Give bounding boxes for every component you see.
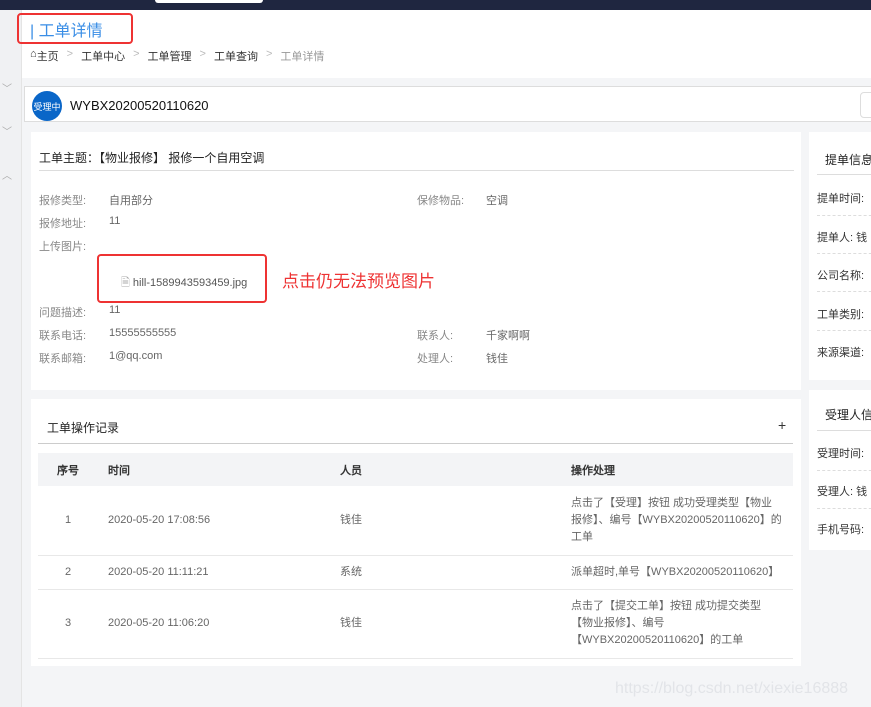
breadcrumb-item[interactable]: 工单管理 xyxy=(148,48,192,64)
cell-action: 点击了【提交工单】按钮 成功提交类型【物业报修】、编号【WYBX20200520… xyxy=(561,589,793,659)
table-row: 2 2020-05-20 11:11:21 系统 派单超时,单号【WYBX202… xyxy=(38,555,793,590)
breadcrumb-current: 工单详情 xyxy=(280,51,325,63)
table-row: 3 2020-05-20 11:06:20 钱佳 点击了【提交工单】按钮 成功提… xyxy=(38,589,793,659)
field-label: 问题描述: xyxy=(39,307,87,319)
divider xyxy=(817,470,871,471)
info-label: 受理时间: xyxy=(817,448,865,460)
field-label: 报修类型: xyxy=(39,195,87,207)
field-value: 千家啊啊 xyxy=(486,330,530,342)
breadcrumb-item[interactable]: 工单中心 xyxy=(81,48,125,64)
field-value: 自用部分 xyxy=(109,195,153,207)
file-name: hill-1589943593459.jpg xyxy=(132,277,248,289)
field-label: 联系邮箱: xyxy=(39,353,87,365)
records-table: 序号 时间 人员 操作处理 1 2020-05-20 17:08:56 钱佳 点… xyxy=(38,453,793,659)
top-tab[interactable] xyxy=(155,0,263,3)
submit-info-card: 提单信息 提单时间: 提单人: 钱 公司名称: 工单类别: 来源渠道: xyxy=(809,132,871,380)
cell-person: 系统 xyxy=(330,555,561,590)
field-value: 空调 xyxy=(486,195,508,207)
info-label: 工单类别: xyxy=(817,309,865,321)
page-header xyxy=(22,10,871,78)
field-value: 1@qq.com xyxy=(109,350,163,362)
field-label: 联系电话: xyxy=(39,330,87,342)
field-value: 钱佳 xyxy=(486,353,508,365)
column-header: 人员 xyxy=(330,453,561,486)
cell-person: 钱佳 xyxy=(330,589,561,659)
column-header: 操作处理 xyxy=(561,453,793,486)
cell-time: 2020-05-20 17:08:56 xyxy=(98,486,330,556)
records-title: 工单操作记录 xyxy=(47,421,120,435)
info-label: 公司名称: xyxy=(817,270,865,282)
column-header: 序号 xyxy=(38,453,98,486)
field-value: 15555555555 xyxy=(109,327,177,339)
cell-index: 1 xyxy=(38,486,98,556)
handler-info-card: 受理人信 受理时间: 受理人: 钱 手机号码: xyxy=(809,390,871,550)
field-label: 报修地址: xyxy=(39,218,87,230)
breadcrumb: ⌂ 主页 > 工单中心 > 工单管理 > 工单查询 > 工单详情 xyxy=(30,48,325,64)
chevron-up-icon[interactable]: ︿ xyxy=(2,167,12,182)
divider xyxy=(39,170,794,171)
divider xyxy=(817,215,871,216)
info-label: 来源渠道: xyxy=(817,347,865,359)
records-card: 工单操作记录 + 序号 时间 人员 操作处理 1 2020-05-20 17:0… xyxy=(31,399,801,666)
sidebar: ﹀ ﹀ ︿ xyxy=(0,10,22,707)
info-label: 受理人: 钱 xyxy=(817,486,868,498)
field-label: 保修物品: xyxy=(417,195,465,207)
divider xyxy=(817,291,871,292)
breadcrumb-item[interactable]: 工单查询 xyxy=(214,48,258,64)
field-value: 11 xyxy=(109,304,121,316)
action-button[interactable] xyxy=(860,92,871,118)
breadcrumb-home[interactable]: 主页 xyxy=(37,48,59,64)
status-badge: 受理中 xyxy=(32,91,62,121)
annotation-text: 点击仍无法预览图片 xyxy=(282,272,435,291)
file-link[interactable]: 🗎 hill-1589943593459.jpg xyxy=(121,274,247,293)
field-label: 上传图片: xyxy=(39,241,87,253)
chevron-down-icon[interactable]: ﹀ xyxy=(2,123,12,138)
cell-time: 2020-05-20 11:06:20 xyxy=(98,589,330,659)
order-subject: 工单主题：【物业报修】 报修一个自用空调 xyxy=(39,151,265,165)
cell-time: 2020-05-20 11:11:21 xyxy=(98,555,330,590)
field-label: 联系人: xyxy=(417,330,454,342)
top-bar xyxy=(0,0,871,10)
home-icon: ⌂ xyxy=(30,48,37,60)
info-label: 提单人: 钱 xyxy=(817,232,868,244)
divider xyxy=(817,174,871,175)
cell-action: 派单超时,单号【WYBX20200520110620】 xyxy=(561,555,793,590)
card-title: 提单信息 xyxy=(825,153,871,167)
table-row: 1 2020-05-20 17:08:56 钱佳 点击了【受理】按钮 成功受理类… xyxy=(38,486,793,556)
field-label: 处理人: xyxy=(417,353,454,365)
card-title: 受理人信 xyxy=(825,408,871,422)
cell-action: 点击了【受理】按钮 成功受理类型【物业报修】、编号【WYBX2020052011… xyxy=(561,486,793,556)
column-header: 时间 xyxy=(98,453,330,486)
chevron-down-icon[interactable]: ﹀ xyxy=(2,80,12,95)
file-icon: 🗎 xyxy=(121,277,133,289)
divider xyxy=(817,508,871,509)
order-number: WYBX20200520110620 xyxy=(70,98,209,113)
order-bar: 受理中 WYBX20200520110620 xyxy=(24,86,871,122)
expand-button[interactable]: + xyxy=(778,417,786,433)
cell-person: 钱佳 xyxy=(330,486,561,556)
info-label: 手机号码: xyxy=(817,524,865,536)
detail-card: 工单主题：【物业报修】 报修一个自用空调 报修类型: 自用部分 保修物品: 空调… xyxy=(31,132,801,390)
divider xyxy=(817,430,871,431)
divider xyxy=(38,443,793,444)
cell-index: 2 xyxy=(38,555,98,590)
watermark: https://blog.csdn.net/xiexie16888 xyxy=(615,680,849,697)
divider xyxy=(817,330,871,331)
info-label: 提单时间: xyxy=(817,193,865,205)
divider xyxy=(817,253,871,254)
field-value: 11 xyxy=(109,215,121,227)
page-title: | 工单详情 xyxy=(30,23,103,40)
cell-index: 3 xyxy=(38,589,98,659)
